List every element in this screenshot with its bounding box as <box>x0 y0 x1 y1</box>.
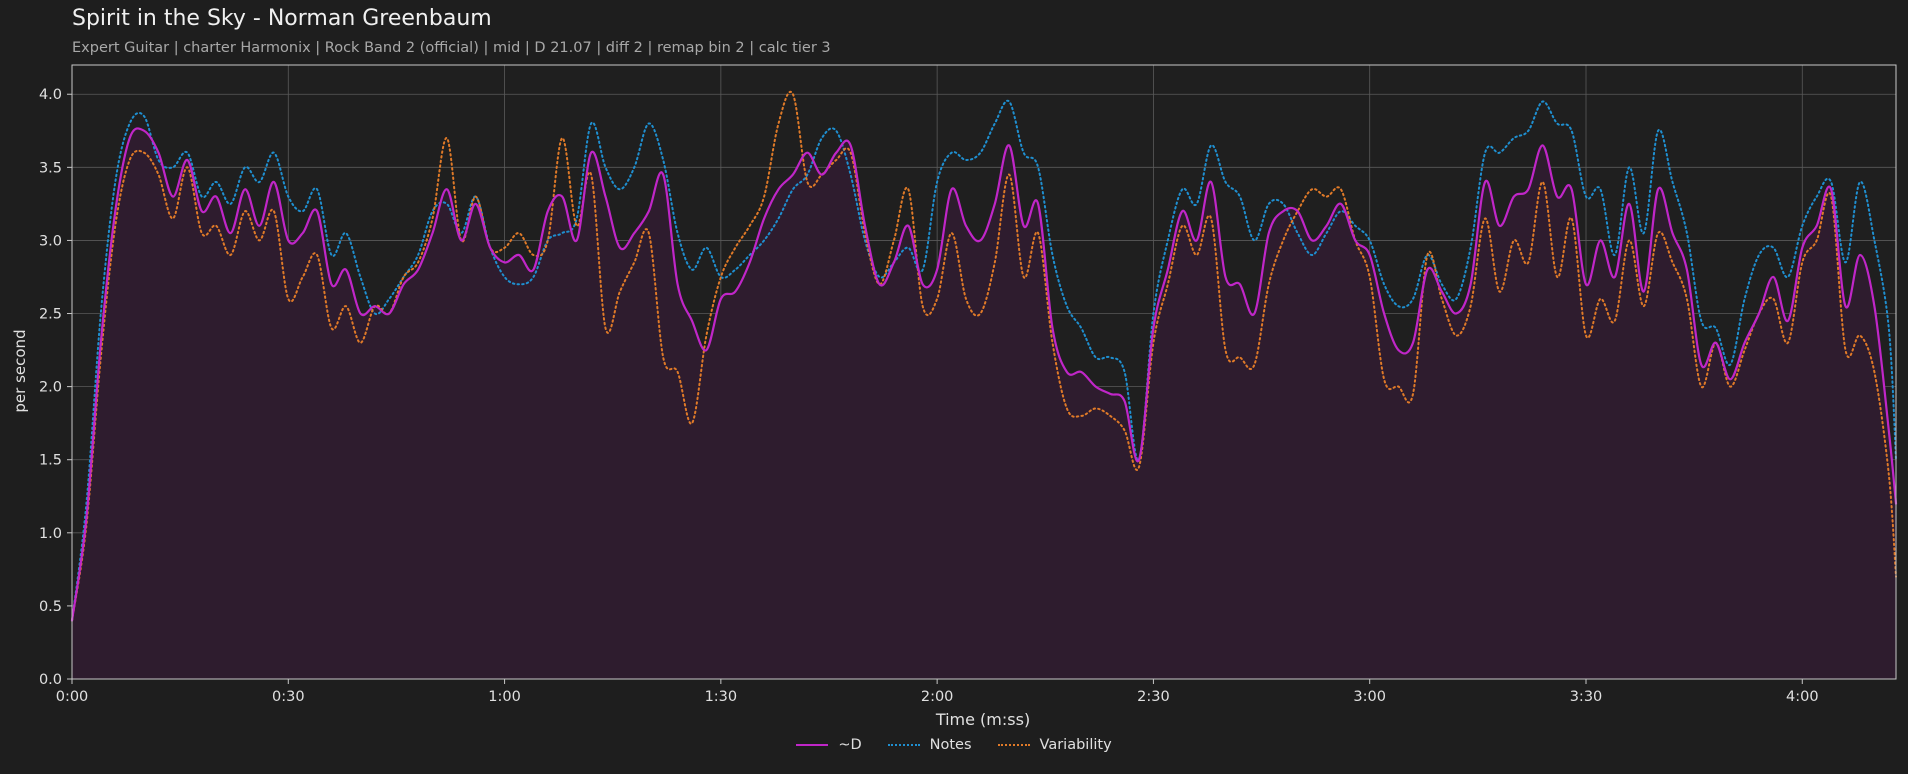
y-tick-label: 4.0 <box>39 87 62 103</box>
y-tick-label: 0.0 <box>39 672 62 688</box>
legend-label-variability: Variability <box>1039 737 1112 753</box>
y-tick-label: 2.0 <box>39 380 62 396</box>
y-tick-label: 3.0 <box>39 233 62 249</box>
x-tick-label: 4:00 <box>1786 689 1819 705</box>
y-tick-label: 1.5 <box>39 453 62 469</box>
x-tick-label: 3:00 <box>1353 689 1386 705</box>
legend-swatch-variability <box>997 744 1030 746</box>
x-tick-label: 0:00 <box>56 689 89 705</box>
chart-svg: 0:00 0:30 1:00 1:30 2:00 2:30 3:00 3:30 4:00 0.0 0… <box>11 64 1898 729</box>
chart-legend: ~D Notes Variability <box>0 737 1908 753</box>
legend-item-d: ~D <box>796 737 862 753</box>
legend-label-notes: Notes <box>929 737 972 753</box>
x-axis-label: Time (m:ss) <box>935 710 1030 729</box>
y-tick-label: 2.5 <box>39 307 62 323</box>
x-tick-label: 2:30 <box>1137 689 1170 705</box>
x-tick-label: 3:30 <box>1570 689 1603 705</box>
x-tick-label: 1:30 <box>705 689 738 705</box>
x-tick-label: 0:30 <box>272 689 305 705</box>
legend-item-variability: Variability <box>997 737 1112 753</box>
y-axis-label: per second <box>11 329 29 412</box>
y-tick-label: 1.0 <box>39 526 62 542</box>
legend-label-d: ~D <box>838 737 862 753</box>
x-tick-label: 2:00 <box>921 689 954 705</box>
legend-item-notes: Notes <box>887 737 972 753</box>
y-tick-label: 3.5 <box>39 160 62 176</box>
legend-swatch-notes <box>887 744 920 746</box>
y-tick-label: 0.5 <box>39 599 62 615</box>
legend-swatch-d <box>796 744 829 746</box>
x-tick-label: 1:00 <box>488 689 521 705</box>
